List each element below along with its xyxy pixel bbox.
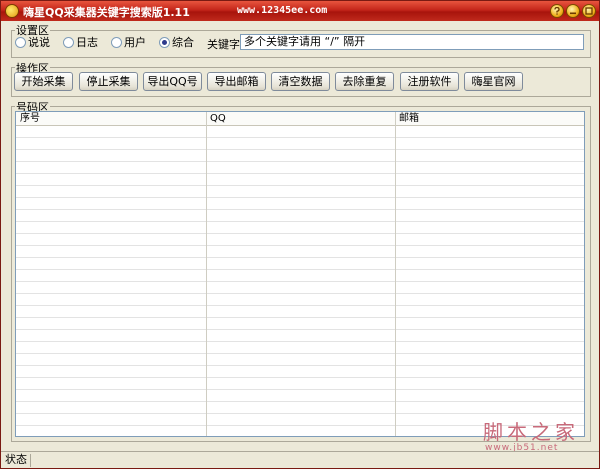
table-header: 序号 QQ 邮箱 <box>16 112 584 126</box>
stop-collect-button[interactable]: 停止采集 <box>79 72 138 91</box>
radio-shuoshuo[interactable]: 说说 <box>15 35 50 49</box>
export-qq-button[interactable]: 导出QQ号 <box>143 72 202 91</box>
radio-yonghu[interactable]: 用户 <box>111 35 146 49</box>
radio-circle <box>63 36 74 48</box>
radio-rizhi[interactable]: 日志 <box>63 35 98 49</box>
radio-circle-checked <box>159 36 170 48</box>
table-rows[interactable] <box>16 126 584 436</box>
column-header-index[interactable]: 序号 <box>16 112 206 125</box>
register-software-button[interactable]: 注册软件 <box>400 72 459 91</box>
column-divider <box>206 112 207 436</box>
radio-label: 综合 <box>172 36 194 49</box>
maximize-icon <box>585 7 593 15</box>
radio-label: 说说 <box>28 36 50 49</box>
title-bar[interactable]: 嗨星QQ采集器关键字搜索版1.11 www.12345ee.com <box>1 1 599 21</box>
column-header-email[interactable]: 邮箱 <box>395 112 584 125</box>
radio-zonghe[interactable]: 综合 <box>159 35 194 49</box>
start-collect-button[interactable]: 开始采集 <box>14 72 73 91</box>
number-list-table[interactable]: 序号 QQ 邮箱 <box>15 111 585 437</box>
radio-label: 用户 <box>124 36 146 49</box>
title-url: www.12345ee.com <box>237 5 328 16</box>
column-divider <box>395 112 396 436</box>
remove-duplicates-button[interactable]: 去除重复 <box>335 72 394 91</box>
radio-label: 日志 <box>76 36 98 49</box>
close-button[interactable] <box>582 4 596 18</box>
window-title: 嗨星QQ采集器关键字搜索版1.11 <box>23 6 190 19</box>
status-label: 状态 <box>3 454 31 467</box>
app-window: 嗨星QQ采集器关键字搜索版1.11 www.12345ee.com 设置区 说说… <box>0 0 600 469</box>
help-icon <box>554 7 560 15</box>
radio-circle <box>15 36 26 48</box>
radio-circle <box>111 36 122 48</box>
watermark-main: 脚本之家 <box>483 420 579 444</box>
official-site-button[interactable]: 嗨星官网 <box>464 72 523 91</box>
app-icon[interactable] <box>5 4 19 18</box>
minimize-button[interactable] <box>566 4 580 18</box>
minimize-icon <box>570 12 576 15</box>
status-bar: 状态 <box>1 451 599 468</box>
help-button[interactable] <box>550 4 564 18</box>
export-email-button[interactable]: 导出邮箱 <box>207 72 266 91</box>
column-header-qq[interactable]: QQ <box>206 112 395 125</box>
keyword-label: 关键字: <box>207 38 244 51</box>
clear-data-button[interactable]: 清空数据 <box>271 72 330 91</box>
site-watermark: 脚本之家 www.jb51.net <box>483 421 579 453</box>
keyword-input[interactable]: 多个关键字请用 “/” 隔开 <box>240 34 584 50</box>
